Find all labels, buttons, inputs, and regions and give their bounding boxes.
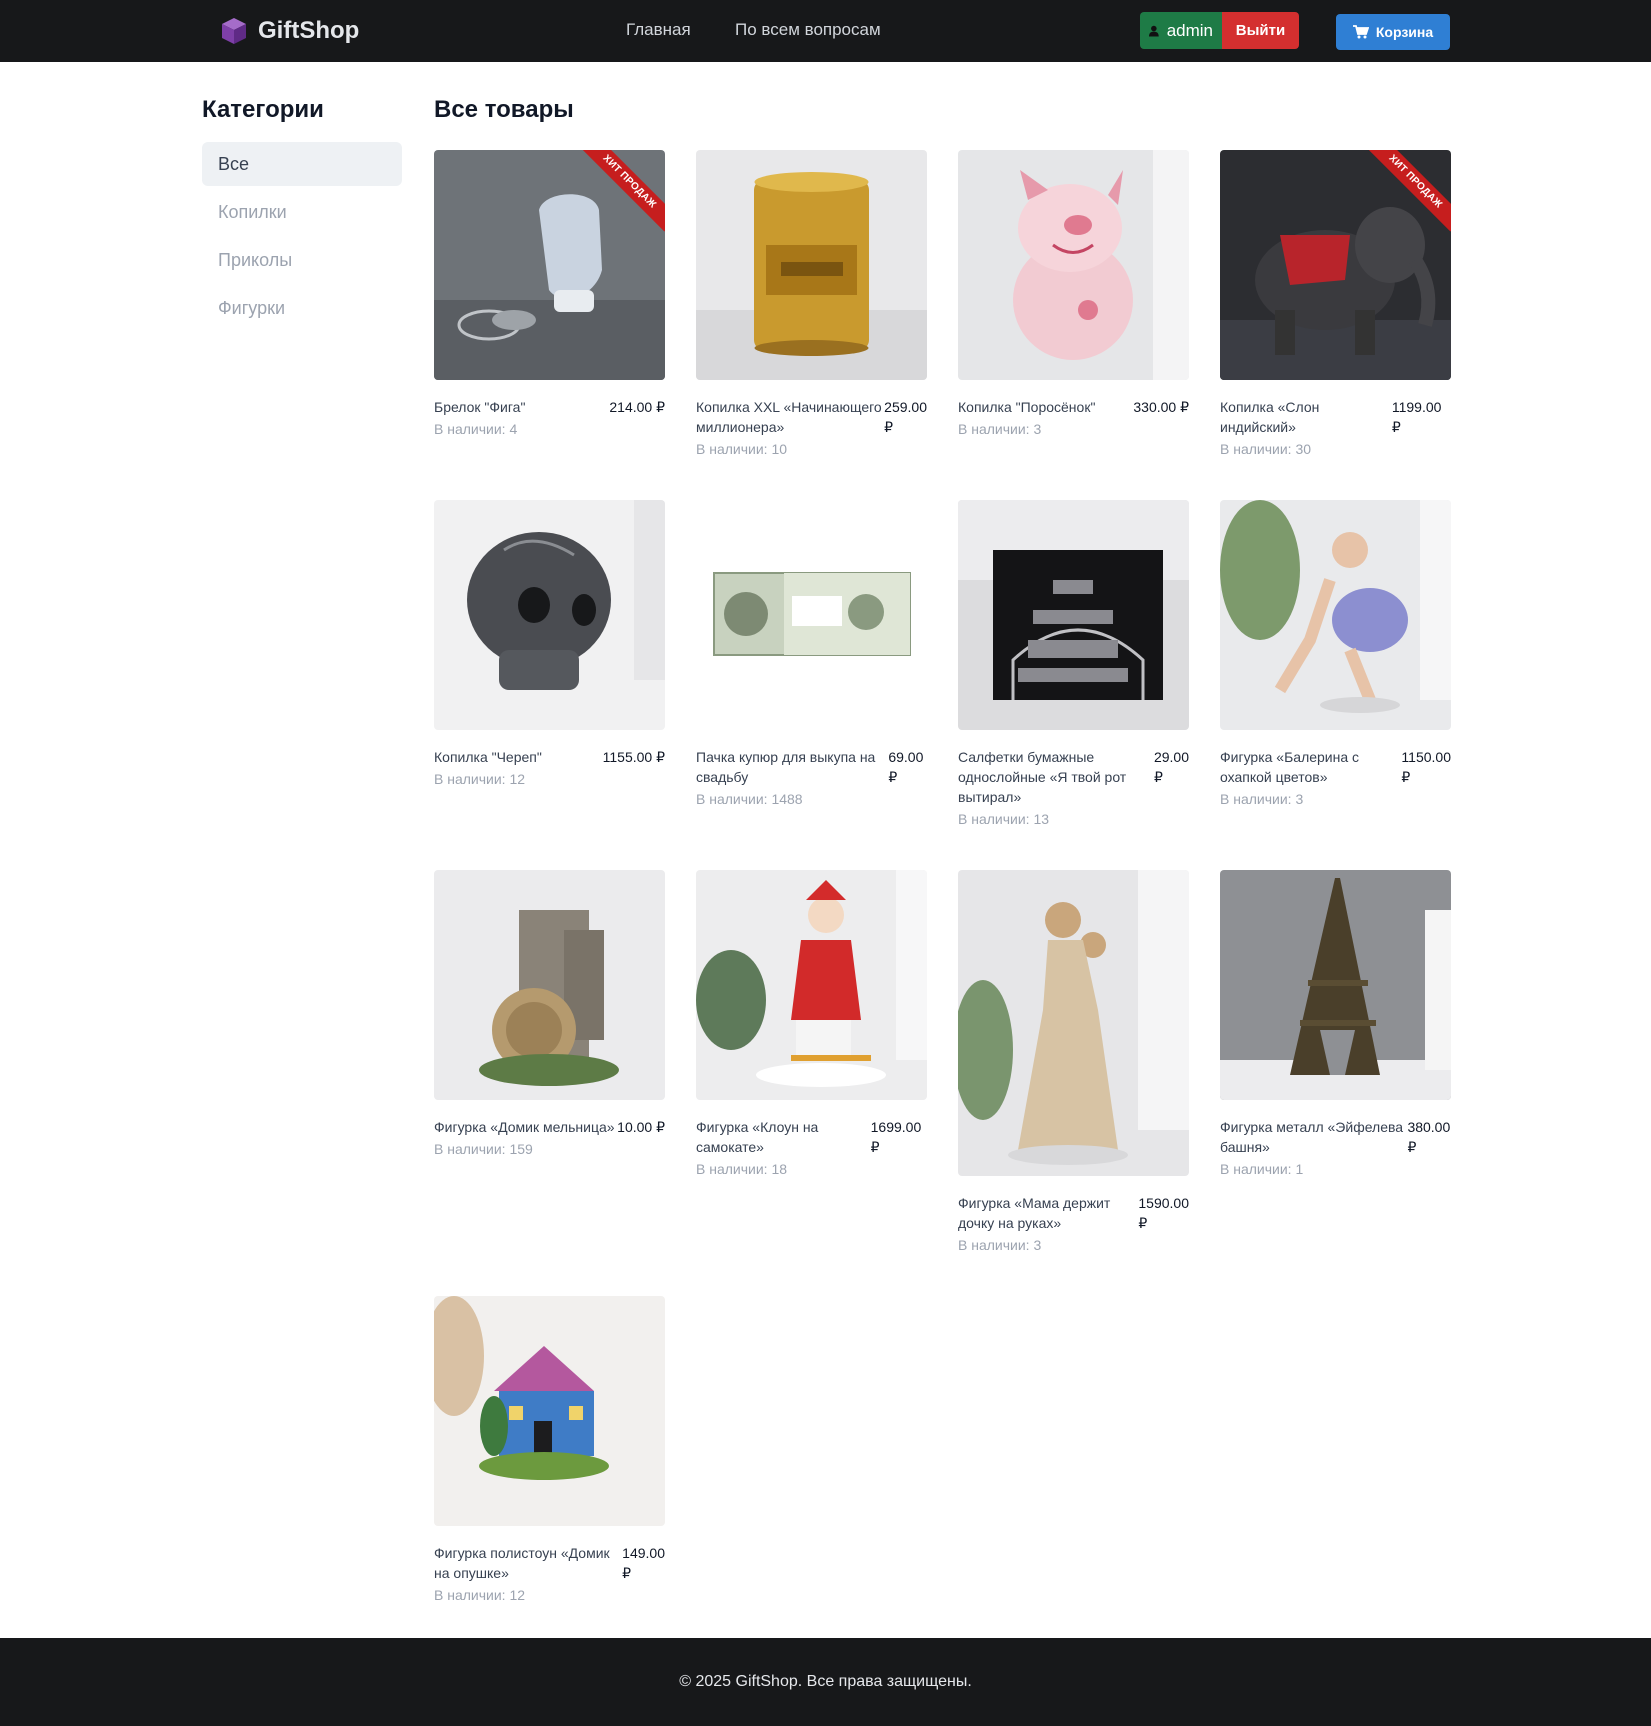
product-price: 380.00 ₽ bbox=[1407, 1119, 1451, 1155]
product-stock: В наличии: 159 bbox=[434, 1141, 533, 1157]
product-card[interactable]: Фигурка «Балерина с охапкой цветов» 1150… bbox=[1220, 500, 1451, 807]
product-stock: В наличии: 10 bbox=[696, 441, 788, 457]
product-price: 1699.00 ₽ bbox=[870, 1119, 922, 1155]
user-button-group: admin Выйти bbox=[1140, 12, 1299, 49]
product-stock: В наличии: 1488 bbox=[696, 791, 803, 807]
product-price: 69.00 ₽ bbox=[888, 749, 924, 785]
clown-image[interactable] bbox=[696, 870, 927, 1100]
cart-label: Корзина bbox=[1375, 24, 1434, 40]
mill-house-image[interactable] bbox=[434, 870, 665, 1100]
product-name[interactable]: Салфетки бумажные однослойные «Я твой ро… bbox=[958, 747, 1152, 807]
product-price: 29.00 ₽ bbox=[1153, 749, 1189, 785]
user-button[interactable]: admin bbox=[1140, 12, 1222, 49]
product-stock: В наличии: 3 bbox=[958, 421, 1042, 437]
product-card[interactable]: Фигурка «Клоун на самокате» 1699.00 ₽ В … bbox=[696, 870, 927, 1177]
product-name[interactable]: Фигурка «Балерина с охапкой цветов» bbox=[1220, 747, 1399, 787]
gold-can-image[interactable] bbox=[696, 150, 927, 380]
cart-button[interactable]: Корзина bbox=[1336, 14, 1450, 50]
product-card[interactable]: Пачка купюр для выкупа на свадьбу 69.00 … bbox=[696, 500, 927, 807]
product-price: 214.00 ₽ bbox=[609, 399, 665, 415]
product-name[interactable]: Фигурка полистоун «Домик на опушке» bbox=[434, 1543, 620, 1583]
footer: © 2025 GiftShop. Все права защищены. bbox=[0, 1638, 1651, 1726]
nav-link-home[interactable]: Главная bbox=[626, 20, 691, 40]
product-card[interactable]: Копилка XXL «Начинающего миллионера» 259… bbox=[696, 150, 927, 457]
logout-button[interactable]: Выйти bbox=[1222, 12, 1299, 49]
product-name[interactable]: Фигурка «Клоун на самокате» bbox=[696, 1117, 869, 1157]
category-figurines[interactable]: Фигурки bbox=[202, 286, 402, 330]
category-piggy-banks[interactable]: Копилки bbox=[202, 190, 402, 234]
product-card[interactable]: Фигурка «Мама держит дочку на руках» 159… bbox=[958, 870, 1189, 1253]
product-price: 1155.00 ₽ bbox=[602, 749, 665, 765]
product-name[interactable]: Пачка купюр для выкупа на свадьбу bbox=[696, 747, 886, 787]
product-stock: В наличии: 12 bbox=[434, 1587, 526, 1603]
product-stock: В наличии: 3 bbox=[1220, 791, 1304, 807]
product-card[interactable]: Фигурка полистоун «Домик на опушке» 149.… bbox=[434, 1296, 665, 1603]
product-name[interactable]: Фигурка «Домик мельница» bbox=[434, 1117, 615, 1137]
nav-link-support[interactable]: По всем вопросам bbox=[735, 20, 881, 40]
product-name[interactable]: Брелок "Фига" bbox=[434, 397, 525, 417]
product-stock: В наличии: 1 bbox=[1220, 1161, 1304, 1177]
product-stock: В наличии: 13 bbox=[958, 811, 1050, 827]
cart-icon bbox=[1352, 25, 1369, 39]
brand-link[interactable]: GiftShop bbox=[219, 16, 359, 46]
product-name[interactable]: Копилка "Череп" bbox=[434, 747, 542, 767]
category-all[interactable]: Все bbox=[202, 142, 402, 186]
product-stock: В наличии: 30 bbox=[1220, 441, 1312, 457]
product-price: 10.00 ₽ bbox=[617, 1119, 665, 1135]
product-name[interactable]: Копилка «Слон индийский» bbox=[1220, 397, 1390, 437]
categories-title: Категории bbox=[202, 96, 324, 123]
brand-name: GiftShop bbox=[258, 17, 360, 44]
blue-house-image[interactable] bbox=[434, 1296, 665, 1526]
product-card[interactable]: ХИТ ПРОДАЖ Копилка «Слон индийский» 1199… bbox=[1220, 150, 1451, 457]
keychain-fist-image[interactable]: ХИТ ПРОДАЖ bbox=[434, 150, 665, 380]
product-name[interactable]: Фигурка «Мама держит дочку на руках» bbox=[958, 1193, 1136, 1233]
product-stock: В наличии: 18 bbox=[696, 1161, 788, 1177]
product-price: 1199.00 ₽ bbox=[1391, 399, 1442, 435]
product-card[interactable]: Фигурка металл «Эйфелева башня» 380.00 ₽… bbox=[1220, 870, 1451, 1177]
skull-image[interactable] bbox=[434, 500, 665, 730]
mother-daughter-image[interactable] bbox=[958, 870, 1189, 1176]
product-card[interactable]: Салфетки бумажные однослойные «Я твой ро… bbox=[958, 500, 1189, 827]
product-card[interactable]: Копилка "Поросёнок" 330.00 ₽ В наличии: … bbox=[958, 150, 1189, 437]
product-name[interactable]: Копилка "Поросёнок" bbox=[958, 397, 1095, 417]
product-name[interactable]: Фигурка металл «Эйфелева башня» bbox=[1220, 1117, 1405, 1157]
product-price: 330.00 ₽ bbox=[1133, 399, 1189, 415]
product-card[interactable]: ХИТ ПРОДАЖ Брелок "Фига" 214.00 ₽ В нали… bbox=[434, 150, 665, 437]
elephant-image[interactable]: ХИТ ПРОДАЖ bbox=[1220, 150, 1451, 380]
footer-copyright: © 2025 GiftShop. Все права защищены. bbox=[679, 1673, 972, 1690]
product-price: 259.00 ₽ bbox=[884, 399, 927, 435]
banknotes-image[interactable] bbox=[696, 500, 927, 730]
top-navbar: GiftShop Главная По всем вопросам admin … bbox=[0, 0, 1651, 62]
username-label: admin bbox=[1166, 20, 1213, 40]
piggy-bank-image[interactable] bbox=[958, 150, 1189, 380]
product-card[interactable]: Фигурка «Домик мельница» 10.00 ₽ В налич… bbox=[434, 870, 665, 1157]
product-stock: В наличии: 3 bbox=[958, 1237, 1042, 1253]
product-price: 1590.00 ₽ bbox=[1138, 1195, 1189, 1231]
napkins-image[interactable] bbox=[958, 500, 1189, 730]
category-pranks[interactable]: Приколы bbox=[202, 238, 402, 282]
product-price: 1150.00 ₽ bbox=[1401, 749, 1451, 785]
product-card[interactable]: Копилка "Череп" 1155.00 ₽ В наличии: 12 bbox=[434, 500, 665, 787]
product-price: 149.00 ₽ bbox=[622, 1545, 665, 1581]
product-stock: В наличии: 12 bbox=[434, 771, 526, 787]
cube-logo-icon bbox=[222, 18, 246, 44]
eiffel-tower-image[interactable] bbox=[1220, 870, 1451, 1100]
page-title: Все товары bbox=[434, 96, 574, 123]
product-stock: В наличии: 4 bbox=[434, 421, 518, 437]
user-icon bbox=[1149, 25, 1159, 37]
ballerina-image[interactable] bbox=[1220, 500, 1451, 730]
product-name[interactable]: Копилка XXL «Начинающего миллионера» bbox=[696, 397, 882, 437]
